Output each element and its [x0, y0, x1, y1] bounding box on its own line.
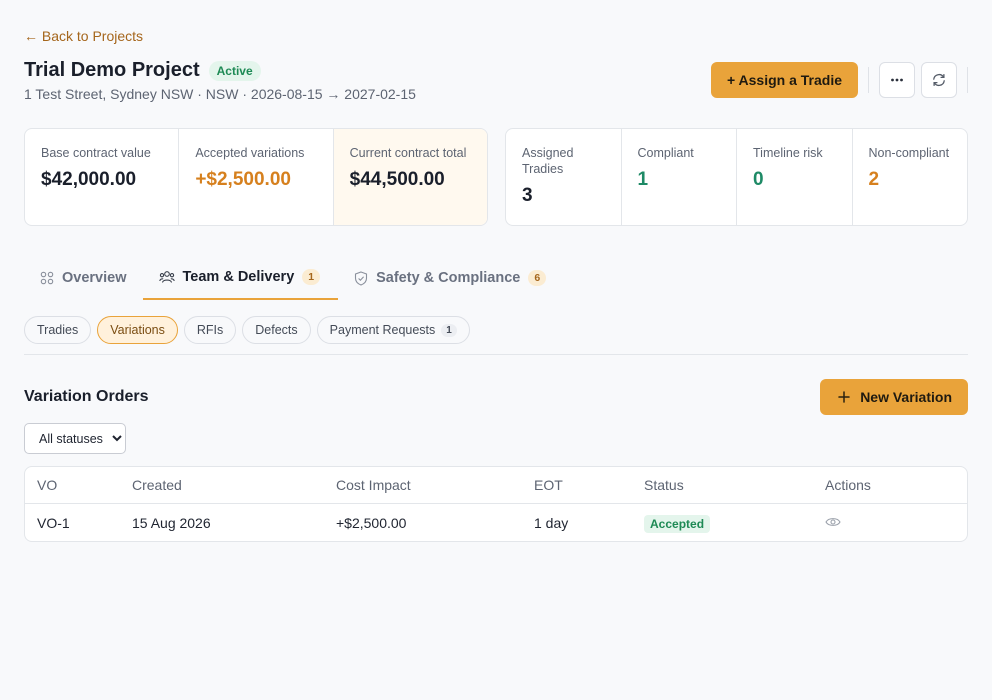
- stats-row: Base contract value $42,000.00 Accepted …: [24, 128, 968, 226]
- contract-summary-card: Base contract value $42,000.00 Accepted …: [24, 128, 488, 226]
- created-cell: 15 Aug 2026: [132, 514, 211, 531]
- timeline-risk-stat: Timeline risk 0: [737, 129, 853, 225]
- non-compliant-stat: Non-compliant 2: [853, 129, 968, 225]
- divider: [967, 67, 968, 93]
- subtab-label: Defects: [255, 323, 298, 337]
- status-badge: Accepted: [644, 514, 711, 533]
- column-header: EOT: [534, 477, 563, 493]
- column-header: Actions: [825, 477, 871, 493]
- ellipsis-icon: [891, 78, 903, 82]
- plus-icon: [838, 391, 850, 403]
- tab-team-delivery[interactable]: Team & Delivery 1: [142, 256, 339, 300]
- current-contract-total-stat: Current contract total $44,500.00: [333, 129, 487, 225]
- sub-tabs: Tradies Variations RFIs Defects Payment …: [24, 316, 470, 344]
- stat-label: Timeline risk: [753, 146, 823, 160]
- divider: [868, 67, 869, 93]
- assign-tradie-label: + Assign a Tradie: [726, 72, 842, 88]
- stat-label: Accepted variations: [195, 146, 305, 160]
- subtab-label: Variations: [110, 323, 165, 337]
- cost-impact-cell: +$2,500.00: [336, 514, 407, 531]
- team-summary-card: Assigned Tradies 3 Compliant 1 Timeline …: [505, 128, 968, 226]
- status-filter-select[interactable]: All statuses: [24, 423, 126, 454]
- eot-cell: 1 day: [534, 514, 569, 531]
- table-row[interactable]: VO-1 15 Aug 2026 +$2,500.00 1 day Accept…: [25, 504, 967, 541]
- new-variation-label: New Variation: [860, 389, 952, 405]
- subtab-label: RFIs: [196, 323, 224, 337]
- stat-label: Compliant: [637, 146, 694, 160]
- column-header: Cost Impact: [336, 477, 411, 493]
- subtab-tradies[interactable]: Tradies: [24, 316, 92, 344]
- subtab-defects[interactable]: Defects: [242, 316, 311, 344]
- stat-label: Current contract total: [349, 146, 467, 160]
- table-header-row: VO Created Cost Impact EOT Status Action…: [25, 467, 967, 504]
- column-header: Created: [132, 477, 182, 493]
- stat-value: 3: [522, 185, 533, 206]
- subtab-label: Payment Requests: [329, 323, 436, 337]
- project-title-row: Trial Demo Project Active: [24, 59, 261, 82]
- status-badge: Active: [208, 60, 261, 81]
- base-contract-stat: Base contract value $42,000.00: [25, 129, 180, 225]
- refresh-icon: [933, 73, 945, 87]
- actions-cell: [825, 515, 967, 531]
- vo-cell: VO-1: [37, 514, 70, 531]
- header-actions: + Assign a Tradie: [710, 62, 968, 98]
- tab-label: Safety & Compliance: [376, 270, 521, 286]
- compliant-stat: Compliant 1: [622, 129, 737, 225]
- column-header: VO: [37, 477, 58, 493]
- tab-overview[interactable]: Overview: [24, 256, 143, 300]
- stat-label: Base contract value: [41, 146, 151, 160]
- tab-count-badge: 1: [302, 269, 321, 285]
- page-title: Trial Demo Project: [24, 59, 200, 81]
- new-variation-button[interactable]: New Variation: [820, 379, 968, 415]
- stat-label: Non-compliant: [868, 146, 950, 160]
- shield-check-icon: [355, 270, 368, 286]
- back-to-projects-link[interactable]: ← Back to Projects: [24, 28, 143, 44]
- tab-safety-compliance[interactable]: Safety & Compliance 6: [338, 256, 562, 300]
- project-subtitle: 1 Test Street, Sydney NSW · NSW · 2026-0…: [24, 86, 416, 102]
- stat-value: $42,000.00: [41, 169, 137, 190]
- refresh-button[interactable]: [921, 62, 957, 98]
- grid-icon: [40, 271, 54, 285]
- team-icon: [158, 271, 175, 283]
- subtab-count-badge: 1: [441, 323, 457, 337]
- stat-label: Assigned Tradies: [522, 146, 574, 176]
- tab-label: Team & Delivery: [182, 269, 295, 285]
- stat-value: 0: [753, 169, 764, 190]
- divider: [24, 354, 968, 355]
- status-cell: Accepted: [644, 514, 825, 533]
- tab-label: Overview: [62, 270, 127, 286]
- column-header: Status: [644, 477, 684, 493]
- more-options-button[interactable]: [879, 62, 915, 98]
- stat-value: $44,500.00: [349, 169, 445, 190]
- accepted-variations-stat: Accepted variations +$2,500.00: [179, 129, 334, 225]
- subtab-rfis[interactable]: RFIs: [183, 316, 237, 344]
- subtab-payment-requests[interactable]: Payment Requests 1: [316, 316, 470, 344]
- variations-table: VO Created Cost Impact EOT Status Action…: [24, 466, 968, 542]
- main-tabs: Overview Team & Delivery 1 Safety & Comp…: [24, 256, 968, 300]
- status-filter-wrap: All statuses: [24, 423, 126, 454]
- subtab-variations[interactable]: Variations: [97, 316, 178, 344]
- assign-tradie-button[interactable]: + Assign a Tradie: [710, 62, 858, 98]
- stat-value: 2: [868, 169, 880, 190]
- subtab-label: Tradies: [37, 323, 79, 337]
- stat-value: 1: [637, 169, 649, 190]
- assigned-tradies-stat: Assigned Tradies 3: [506, 129, 622, 225]
- section-title: Variation Orders: [24, 388, 149, 405]
- back-link-label: ← Back to Projects: [24, 28, 144, 44]
- tab-count-badge: 6: [528, 270, 547, 286]
- stat-value: +$2,500.00: [195, 169, 291, 190]
- view-eye-icon[interactable]: [825, 516, 841, 528]
